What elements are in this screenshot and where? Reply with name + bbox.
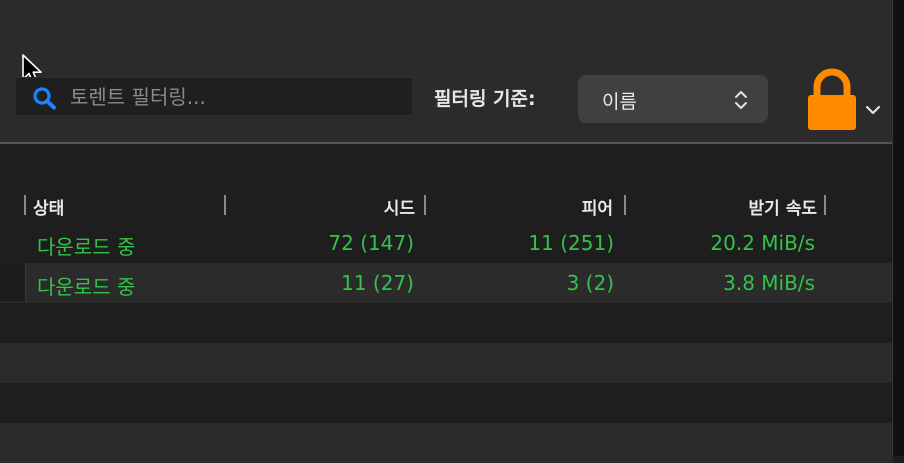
cell-download-speed: 3.8 MiB/s — [723, 271, 815, 295]
column-header-seeds[interactable]: 시드 — [384, 194, 415, 219]
window-edge — [893, 0, 904, 456]
filter-by-label: 필터링 기준: — [434, 88, 536, 110]
empty-row — [0, 303, 893, 343]
search-input[interactable] — [70, 78, 400, 115]
lock-icon[interactable] — [806, 68, 858, 130]
table-row[interactable]: 다운로드 중 72 (147) 11 (251) 20.2 MiB/s — [0, 223, 893, 263]
column-separator[interactable] — [824, 195, 826, 215]
table-row[interactable]: 다운로드 중 11 (27) 3 (2) 3.8 MiB/s — [0, 263, 893, 303]
cell-peers: 11 (251) — [528, 231, 614, 255]
cell-seeds: 72 (147) — [328, 231, 414, 255]
chevron-down-icon[interactable] — [865, 104, 881, 116]
column-separator[interactable] — [24, 195, 26, 215]
filter-by-select[interactable]: 이름 — [578, 75, 768, 123]
toolbar-divider — [0, 142, 904, 144]
cell-status: 다운로드 중 — [37, 275, 136, 299]
column-separator[interactable] — [224, 195, 226, 215]
column-header-download-speed[interactable]: 받기 속도 — [749, 194, 817, 219]
empty-row — [0, 423, 893, 463]
row-handle — [0, 263, 26, 301]
updown-icon — [735, 91, 747, 109]
cell-status: 다운로드 중 — [37, 235, 136, 259]
column-separator[interactable] — [424, 195, 426, 215]
column-header-peers[interactable]: 피어 — [582, 194, 613, 219]
table-header: 상태 시드 피어 받기 속도 — [0, 186, 893, 223]
filter-by-selected-value: 이름 — [602, 91, 637, 113]
column-header-status[interactable]: 상태 — [33, 194, 64, 219]
cell-seeds: 11 (27) — [341, 271, 414, 295]
toolbar: 필터링 기준: 이름 — [0, 0, 904, 142]
search-field[interactable] — [15, 77, 413, 116]
search-icon — [33, 87, 56, 110]
column-separator[interactable] — [624, 195, 626, 215]
cell-download-speed: 20.2 MiB/s — [710, 231, 815, 255]
empty-row — [0, 343, 893, 383]
empty-row — [0, 383, 893, 423]
cell-peers: 3 (2) — [566, 271, 614, 295]
